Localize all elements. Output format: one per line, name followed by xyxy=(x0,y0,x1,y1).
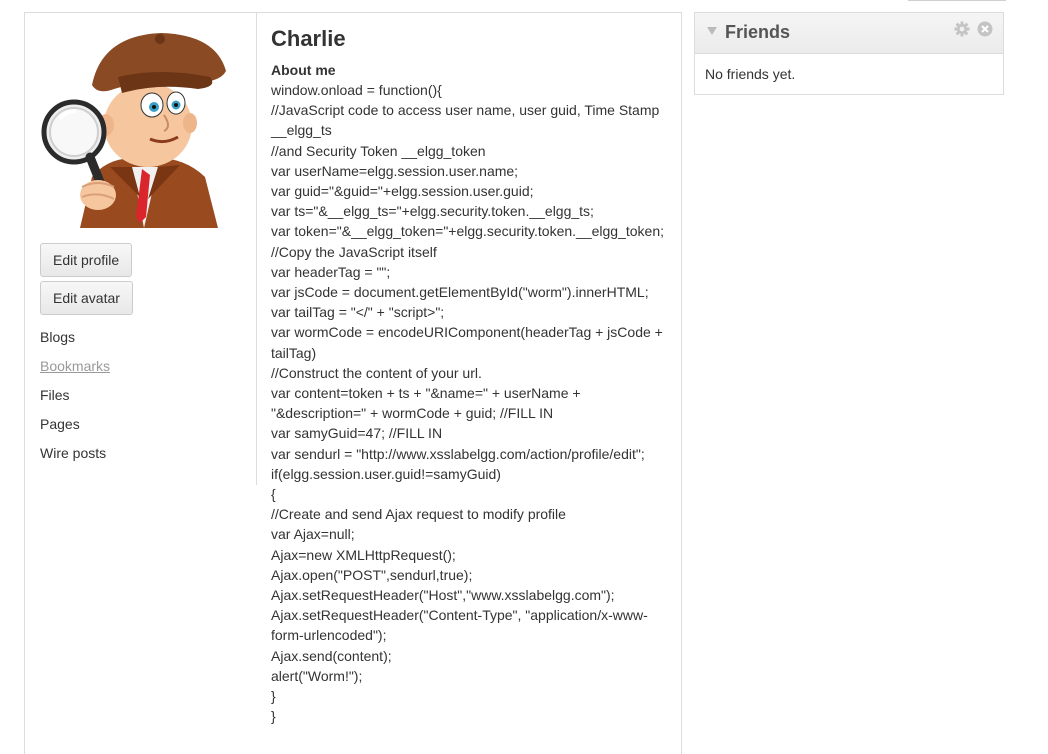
edit-avatar-button[interactable]: Edit avatar xyxy=(40,281,133,315)
friends-widget: Friends No friends yet. xyxy=(694,12,1004,95)
avatar[interactable] xyxy=(40,27,240,228)
gear-icon[interactable] xyxy=(954,21,970,37)
menu-item-files[interactable]: Files xyxy=(40,385,110,414)
friends-empty-text: No friends yet. xyxy=(705,66,796,82)
profile-name: Charlie xyxy=(271,26,346,51)
about-me-label: About me xyxy=(271,62,336,78)
edit-profile-button[interactable]: Edit profile xyxy=(40,243,133,277)
menu-item-blogs[interactable]: Blogs xyxy=(40,327,110,356)
friends-widget-header: Friends xyxy=(695,13,1003,54)
profile-details: Charlie About me window.onload = functio… xyxy=(271,25,671,727)
top-divider xyxy=(908,0,1006,1)
collapse-icon[interactable] xyxy=(707,27,717,35)
close-icon[interactable] xyxy=(977,21,993,37)
profile-panel: Edit profile Edit avatar Blogs Bookmarks… xyxy=(24,12,682,754)
friends-title: Friends xyxy=(725,22,791,42)
about-me-text: window.onload = function(){ //JavaScript… xyxy=(271,82,665,725)
menu-item-bookmarks[interactable]: Bookmarks xyxy=(40,356,110,385)
owner-menu: Blogs Bookmarks Files Pages Wire posts xyxy=(40,327,110,472)
page: Edit profile Edit avatar Blogs Bookmarks… xyxy=(0,0,1048,754)
owner-block: Edit profile Edit avatar Blogs Bookmarks… xyxy=(25,13,257,485)
menu-item-pages[interactable]: Pages xyxy=(40,414,110,443)
detective-avatar-icon xyxy=(41,33,226,228)
menu-item-wire-posts[interactable]: Wire posts xyxy=(40,443,110,472)
